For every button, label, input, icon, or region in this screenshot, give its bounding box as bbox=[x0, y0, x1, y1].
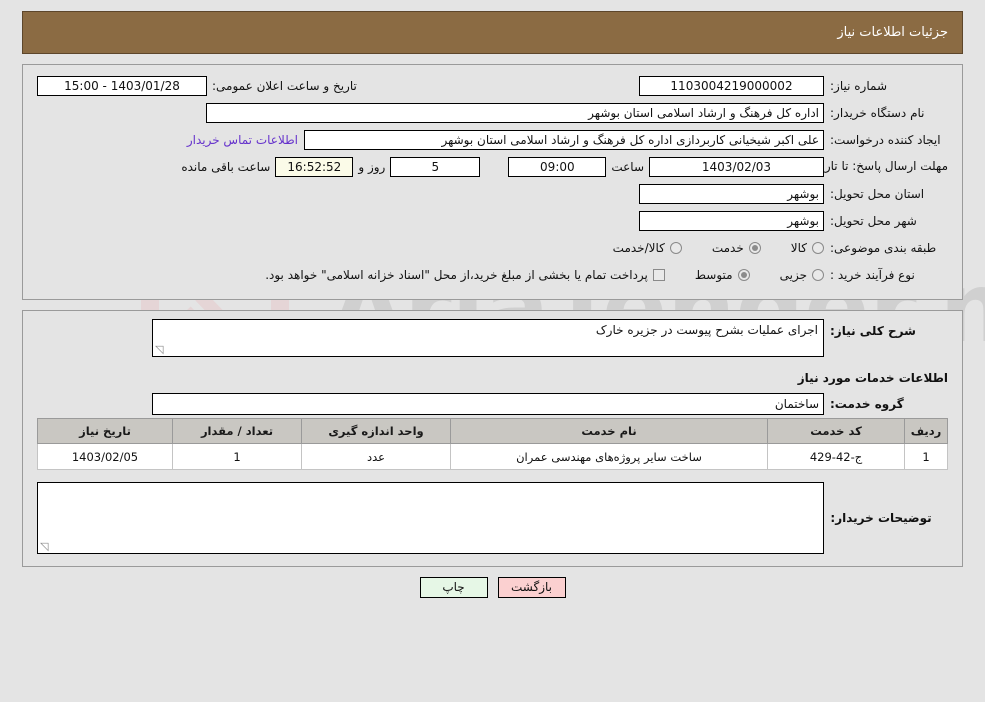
creator-row: ایجاد کننده درخواست: علی اکبر شیخیانی کا… bbox=[37, 127, 948, 152]
radio-icon-jozi[interactable] bbox=[812, 268, 824, 281]
need-number-row: شماره نیاز: 1103004219000002 تاریخ و ساع… bbox=[37, 73, 948, 98]
cell-unit: عدد bbox=[301, 443, 451, 470]
table-header-unit: واحد اندازه گیری bbox=[301, 418, 451, 444]
deadline-date-value: 1403/02/03 bbox=[649, 156, 824, 177]
province-label: استان محل تحویل: bbox=[830, 186, 925, 201]
buyer-org-label: نام دستگاه خریدار: bbox=[830, 105, 925, 120]
buyer-notes-label: توضیحات خریدار: bbox=[830, 511, 932, 525]
creator-label: ایجاد کننده درخواست: bbox=[830, 132, 941, 147]
services-table: ردیف کد خدمت نام خدمت واحد اندازه گیری ت… bbox=[37, 418, 948, 470]
category-option-khedmat[interactable]: خدمت bbox=[712, 241, 761, 255]
resize-handle-icon[interactable]: ◸ bbox=[40, 540, 50, 553]
footer-actions: بازگشت چاپ bbox=[0, 577, 985, 598]
general-desc-label: شرح کلی نیاز: bbox=[830, 324, 916, 338]
category-label: طبقه بندی موضوعی: bbox=[830, 240, 937, 255]
services-section-title: اطلاعات خدمات مورد نیاز bbox=[797, 371, 948, 385]
creator-value: علی اکبر شیخیانی کاربردازی اداره کل فرهن… bbox=[304, 129, 824, 150]
city-label: شهر محل تحویل: bbox=[830, 213, 917, 228]
radio-icon-kala-khedmat[interactable] bbox=[669, 241, 682, 254]
process-option-jozi[interactable]: جزیی bbox=[780, 268, 824, 282]
service-group-row: گروه خدمت: ساختمان bbox=[37, 391, 948, 416]
process-option-label-1: متوسط bbox=[694, 267, 733, 282]
category-option-kala[interactable]: کالا bbox=[791, 241, 824, 255]
remaining-suffix-label: ساعت باقی مانده bbox=[181, 159, 271, 174]
table-header-name: نام خدمت bbox=[450, 418, 768, 444]
days-and-label: روز و bbox=[358, 159, 386, 174]
resize-handle-icon[interactable]: ◸ bbox=[155, 343, 165, 356]
category-option-label-1: خدمت bbox=[711, 240, 744, 255]
remaining-time-value: 16:52:52 bbox=[275, 156, 354, 177]
treasury-checkbox-group[interactable]: پرداخت تمام یا بخشی از مبلغ خرید،از محل … bbox=[265, 268, 665, 282]
deadline-row: مهلت ارسال پاسخ: تا تاریخ: 1403/02/03 سا… bbox=[37, 154, 948, 179]
need-details-panel: شرح کلی نیاز: اجرای عملیات بشرح پیوست در… bbox=[22, 310, 963, 567]
table-header-date: تاریخ نیاز bbox=[37, 418, 173, 444]
category-row: طبقه بندی موضوعی: کالا خدمت کالا/خدمت bbox=[37, 235, 948, 260]
table-row: 1 ج-42-429 ساخت سایر پروژه‌های مهندسی عم… bbox=[37, 443, 948, 470]
radio-icon-kala[interactable] bbox=[812, 241, 824, 254]
process-option-label-0: جزیی bbox=[779, 267, 807, 282]
announce-label: تاریخ و ساعت اعلان عمومی: bbox=[212, 78, 357, 93]
deadline-hour-label: ساعت bbox=[611, 159, 644, 174]
general-desc-row: شرح کلی نیاز: اجرای عملیات بشرح پیوست در… bbox=[37, 319, 948, 357]
page-header: جزئیات اطلاعات نیاز bbox=[22, 11, 963, 54]
radio-icon-khedmat[interactable] bbox=[748, 241, 761, 254]
buyer-org-value: اداره کل فرهنگ و ارشاد اسلامی استان بوشه… bbox=[206, 102, 824, 123]
buyer-contact-link[interactable]: اطلاعات تماس خریدار bbox=[181, 133, 304, 147]
table-header-quantity: تعداد / مقدار bbox=[172, 418, 302, 444]
treasury-checkbox-label: پرداخت تمام یا بخشی از مبلغ خرید،از محل … bbox=[265, 267, 648, 282]
print-button[interactable]: چاپ bbox=[419, 577, 488, 598]
remaining-days-value: 5 bbox=[390, 156, 481, 177]
checkbox-icon-treasury[interactable] bbox=[652, 268, 665, 281]
process-row: نوع فرآیند خرید : جزیی متوسط پرداخت تمام… bbox=[37, 262, 948, 287]
radio-icon-motevaset[interactable] bbox=[737, 268, 750, 281]
service-group-value: ساختمان bbox=[152, 392, 824, 415]
process-option-motevaset[interactable]: متوسط bbox=[695, 268, 750, 282]
category-option-kala-khedmat[interactable]: کالا/خدمت bbox=[613, 241, 682, 255]
back-button[interactable]: بازگشت bbox=[497, 577, 566, 598]
need-number-value: 1103004219000002 bbox=[639, 75, 824, 96]
deadline-hour-value: 09:00 bbox=[508, 156, 607, 177]
need-info-panel: شماره نیاز: 1103004219000002 تاریخ و ساع… bbox=[22, 64, 963, 300]
category-option-label-2: کالا/خدمت bbox=[612, 240, 665, 255]
general-desc-textarea[interactable]: اجرای عملیات بشرح پیوست در جزیره خارک ◸ bbox=[152, 319, 824, 357]
process-label: نوع فرآیند خرید : bbox=[830, 267, 915, 282]
table-header-row: ردیف کد خدمت نام خدمت واحد اندازه گیری ت… bbox=[37, 418, 948, 444]
table-header-radif: ردیف bbox=[904, 418, 948, 444]
buyer-org-row: نام دستگاه خریدار: اداره کل فرهنگ و ارشا… bbox=[37, 100, 948, 125]
table-header-code: کد خدمت bbox=[767, 418, 905, 444]
province-row: استان محل تحویل: بوشهر bbox=[37, 181, 948, 206]
buyer-notes-row: توضیحات خریدار: ◸ bbox=[37, 482, 948, 554]
service-group-label: گروه خدمت: bbox=[830, 396, 904, 411]
general-desc-value: اجرای عملیات بشرح پیوست در جزیره خارک bbox=[595, 323, 818, 337]
deadline-label: مهلت ارسال پاسخ: تا تاریخ: bbox=[809, 159, 948, 173]
category-option-label-0: کالا bbox=[790, 240, 807, 255]
city-value: بوشهر bbox=[639, 210, 824, 231]
need-number-label: شماره نیاز: bbox=[830, 78, 887, 93]
cell-radif: 1 bbox=[904, 443, 948, 470]
cell-date: 1403/02/05 bbox=[37, 443, 173, 470]
city-row: شهر محل تحویل: بوشهر bbox=[37, 208, 948, 233]
cell-name: ساخت سایر پروژه‌های مهندسی عمران bbox=[450, 443, 768, 470]
announce-value: 1403/01/28 - 15:00 bbox=[37, 75, 207, 96]
province-value: بوشهر bbox=[639, 183, 824, 204]
page-title: جزئیات اطلاعات نیاز bbox=[837, 25, 948, 40]
cell-code: ج-42-429 bbox=[767, 443, 905, 470]
buyer-notes-textarea[interactable]: ◸ bbox=[37, 482, 825, 554]
cell-quantity: 1 bbox=[172, 443, 302, 470]
